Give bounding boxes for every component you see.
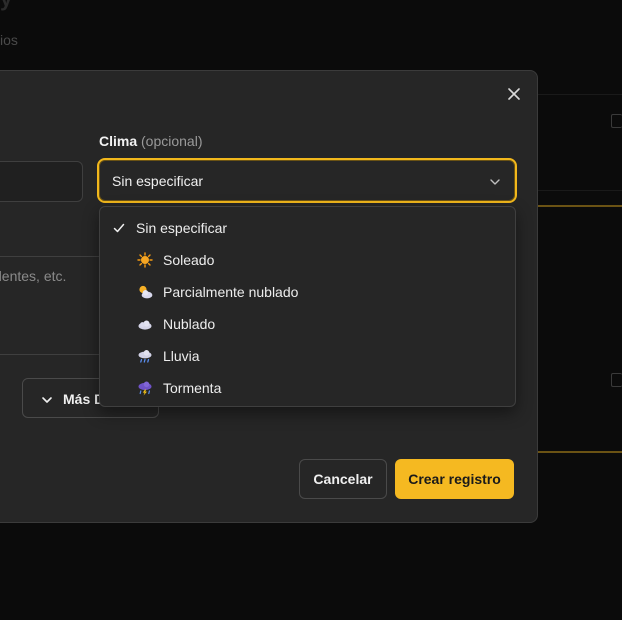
storm-cloud-icon <box>137 380 153 396</box>
cloud-icon <box>137 316 153 332</box>
background-card-border <box>538 205 622 207</box>
option-sin-especificar[interactable]: Sin especificar <box>100 211 515 243</box>
clima-select[interactable]: Sin especificar <box>97 158 517 203</box>
background-edit-icon[interactable] <box>611 114 622 128</box>
background-card-border <box>538 451 622 453</box>
optional-hint: (opcional) <box>141 133 203 149</box>
option-label: Sin especificar <box>136 220 228 236</box>
chevron-down-icon <box>41 393 53 411</box>
background-title-fragment: y <box>0 0 20 11</box>
sun-icon <box>137 252 153 268</box>
check-icon <box>113 221 125 239</box>
cancel-button[interactable]: Cancelar <box>299 459 387 499</box>
option-label: Tormenta <box>163 380 222 396</box>
notes-placeholder-fragment: dentes, etc. <box>0 268 67 284</box>
option-nublado[interactable]: Nublado <box>100 307 515 339</box>
option-lluvia[interactable]: Lluvia <box>100 339 515 371</box>
sun-behind-cloud-icon <box>137 284 153 300</box>
option-parcialmente-nublado[interactable]: Parcialmente nublado <box>100 275 515 307</box>
clima-dropdown-menu: Sin especificar Soleado Parcialmente nub… <box>99 206 516 407</box>
create-record-button[interactable]: Crear registro <box>395 459 514 499</box>
background-edit-icon[interactable] <box>611 373 622 387</box>
background-divider <box>538 190 622 191</box>
clima-label-text: Clima <box>99 133 138 149</box>
option-tormenta[interactable]: Tormenta <box>100 371 515 403</box>
clima-label: Clima (opcional) <box>99 133 203 149</box>
background-divider <box>538 94 622 95</box>
close-icon[interactable] <box>504 84 524 104</box>
option-label: Parcialmente nublado <box>163 284 299 300</box>
chevron-down-icon <box>489 175 501 193</box>
option-label: Nublado <box>163 316 216 332</box>
background-subtitle: ios <box>0 32 18 48</box>
text-input-partial[interactable] <box>0 161 83 202</box>
option-soleado[interactable]: Soleado <box>100 243 515 275</box>
rain-cloud-icon <box>137 348 153 364</box>
option-label: Lluvia <box>163 348 200 364</box>
clima-select-value: Sin especificar <box>112 173 204 189</box>
option-label: Soleado <box>163 252 215 268</box>
